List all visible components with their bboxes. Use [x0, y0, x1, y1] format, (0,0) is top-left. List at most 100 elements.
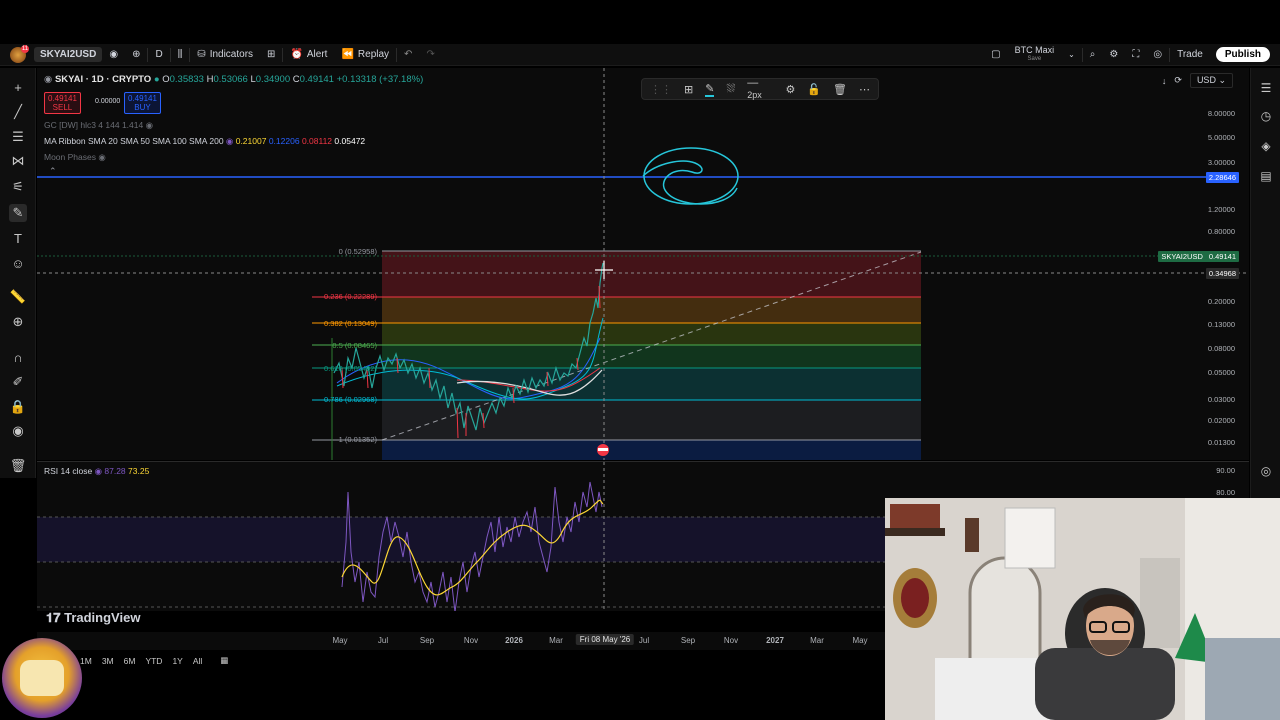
line-width-selector[interactable]: — 2px: [747, 77, 773, 101]
fullscreen-icon[interactable]: ⛶: [1125, 44, 1146, 66]
camera-icon[interactable]: ◎: [1146, 44, 1169, 66]
target-icon[interactable]: ◎: [1258, 463, 1274, 479]
sell-button[interactable]: 0.49141 SELL: [44, 92, 81, 114]
price-axis-top-icons: ↓ ⟳ USD ⌄: [1162, 73, 1233, 88]
blue-line-price-tag: 2.28646: [1205, 172, 1239, 183]
indicator-gc[interactable]: GC [DW] hlc3 4 144 1.414 ◉: [44, 120, 153, 131]
date-range-bar: 1M 3M 6M YTD 1Y All ▦: [80, 655, 228, 666]
replay-button[interactable]: ⏪ Replay: [334, 44, 396, 66]
range-1y[interactable]: 1Y: [172, 656, 182, 666]
rsi-settings-icon[interactable]: ◉: [95, 466, 102, 476]
fib-zone-05-0618: [382, 345, 921, 368]
pen-color-icon[interactable]: ✎: [705, 82, 715, 97]
time-tick: May: [332, 636, 348, 645]
time-tick: 2026: [505, 636, 523, 645]
brush-icon[interactable]: ✎: [9, 204, 27, 222]
chart-type-icon[interactable]: ⫼: [171, 44, 190, 66]
time-tick: May: [852, 636, 868, 645]
redo-icon[interactable]: ↷: [419, 44, 441, 66]
fib-zone-0236-0382: [382, 297, 921, 323]
indicator-settings-icon[interactable]: ◉: [226, 136, 233, 146]
template-icon[interactable]: ⊞: [684, 83, 693, 96]
legend-eye-icon[interactable]: ◉: [44, 74, 52, 85]
main-chart-pane[interactable]: ⌃ ◉ SKYAI · 1D · CRYPTO ● O0.35833 H0.53…: [37, 68, 1249, 460]
trash-icon[interactable]: 🗑: [9, 457, 27, 475]
lock-icon[interactable]: 🔓: [807, 83, 821, 96]
magnet-icon[interactable]: ∩: [9, 348, 27, 366]
price-tick: 1.20000: [1207, 205, 1235, 214]
settings-gear-icon[interactable]: ⚙: [1102, 44, 1125, 66]
badge-face-icon: [20, 660, 64, 696]
rsi-axis-tick: 80.00: [1216, 488, 1235, 497]
refresh-icon[interactable]: ⟳: [1174, 75, 1182, 86]
price-tick: 0.13000: [1207, 320, 1235, 329]
price-tick: 0.02000: [1207, 416, 1235, 425]
settings-icon[interactable]: ⚙: [785, 83, 795, 96]
price-tick: 5.00000: [1207, 133, 1235, 142]
range-ytd[interactable]: YTD: [145, 656, 162, 666]
chat-icon[interactable]: ▤: [1258, 168, 1274, 184]
indicators-button[interactable]: ⛁ Indicators: [190, 44, 260, 66]
indicator-ma-ribbon[interactable]: MA Ribbon SMA 20 SMA 50 SMA 100 SMA 200 …: [44, 136, 365, 147]
webcam-overlay: [885, 498, 1280, 720]
emoji-icon[interactable]: ☺: [9, 254, 27, 272]
range-1m[interactable]: 1M: [80, 656, 92, 666]
alerts-clock-icon[interactable]: ◷: [1258, 108, 1274, 124]
alert-button[interactable]: ⏰ Alert: [283, 44, 334, 66]
text-tool-icon[interactable]: T: [9, 229, 27, 247]
interval-button[interactable]: D: [148, 44, 169, 66]
compare-add-icon[interactable]: ⊕: [125, 44, 147, 66]
lock-icon[interactable]: 🔒: [9, 398, 27, 416]
drag-handle-icon[interactable]: ⋮⋮: [650, 83, 672, 96]
chevron-down-icon[interactable]: ⌄: [1061, 44, 1082, 66]
hand-drawn-loop-2: [642, 160, 738, 205]
market-status-dot: ●: [153, 74, 160, 85]
crosshair-icon[interactable]: +: [9, 78, 27, 96]
publish-button[interactable]: Publish: [1215, 47, 1270, 62]
lock-drawing-icon[interactable]: ✐: [9, 373, 27, 391]
pattern-icon[interactable]: ⋈: [9, 152, 27, 170]
watch-icon[interactable]: ◉: [102, 44, 125, 66]
symbol-search-button[interactable]: SKYAI2USD: [34, 47, 103, 62]
price-tick: 0.01300: [1207, 438, 1235, 447]
trash-icon[interactable]: 🗑: [833, 83, 847, 96]
fib-label-0382: 0.382 (0.13049): [324, 319, 377, 328]
trend-line-icon[interactable]: ╱: [9, 103, 27, 121]
user-avatar[interactable]: 11: [10, 44, 29, 63]
tradingview-logo[interactable]: 𝟏𝟕 TradingView: [46, 610, 140, 626]
fib-label-1: 1 (0.01352): [338, 435, 377, 444]
indicator-eye-icon[interactable]: ◉: [98, 152, 105, 162]
range-all[interactable]: All: [193, 656, 202, 666]
quick-search-icon[interactable]: ⌕: [1083, 44, 1103, 66]
more-icon[interactable]: ⋯: [859, 83, 870, 96]
currency-selector[interactable]: USD ⌄: [1189, 73, 1233, 88]
indicator-moon-phases[interactable]: Moon Phases ◉: [44, 152, 106, 163]
forecast-icon[interactable]: ⚟: [9, 178, 27, 196]
range-6m[interactable]: 6M: [124, 656, 136, 666]
legend-title[interactable]: SKYAI · 1D · CRYPTO: [55, 74, 151, 85]
watchlist-icon[interactable]: ☰: [1258, 80, 1274, 96]
templates-icon[interactable]: ⊞: [260, 44, 282, 66]
hand-drawn-loop-1: [643, 147, 739, 205]
buy-button[interactable]: 0.49141 BUY: [124, 92, 161, 114]
fib-label-05: 0.5 (0.08465): [332, 341, 377, 350]
indicator-eye-icon[interactable]: ◉: [146, 120, 153, 130]
range-3m[interactable]: 3M: [102, 656, 114, 666]
eye-icon[interactable]: ◉: [9, 422, 27, 440]
fib-retracement-icon[interactable]: ☰: [9, 128, 27, 146]
zoom-in-icon[interactable]: ⊕: [9, 313, 27, 331]
time-tick: Mar: [549, 636, 563, 645]
trade-button[interactable]: Trade: [1170, 44, 1210, 66]
undo-icon[interactable]: ↶: [397, 44, 419, 66]
layers-icon[interactable]: ◈: [1258, 138, 1274, 154]
fill-color-icon[interactable]: ⛆: [726, 83, 735, 96]
event-marker-glyph: [598, 448, 608, 451]
last-price-tag: SKYAI2USD 0.49141: [1158, 251, 1239, 262]
ruler-icon[interactable]: 📏: [9, 288, 27, 306]
layout-selector[interactable]: BTC Maxi Save: [1008, 44, 1062, 66]
calendar-icon[interactable]: ▦: [220, 655, 228, 666]
arrow-down-icon[interactable]: ↓: [1162, 76, 1167, 86]
layout-icon[interactable]: ▢: [984, 44, 1007, 66]
crosshair-price-tag: 0.34968: [1205, 268, 1239, 279]
letterbox-top: [0, 0, 1280, 44]
